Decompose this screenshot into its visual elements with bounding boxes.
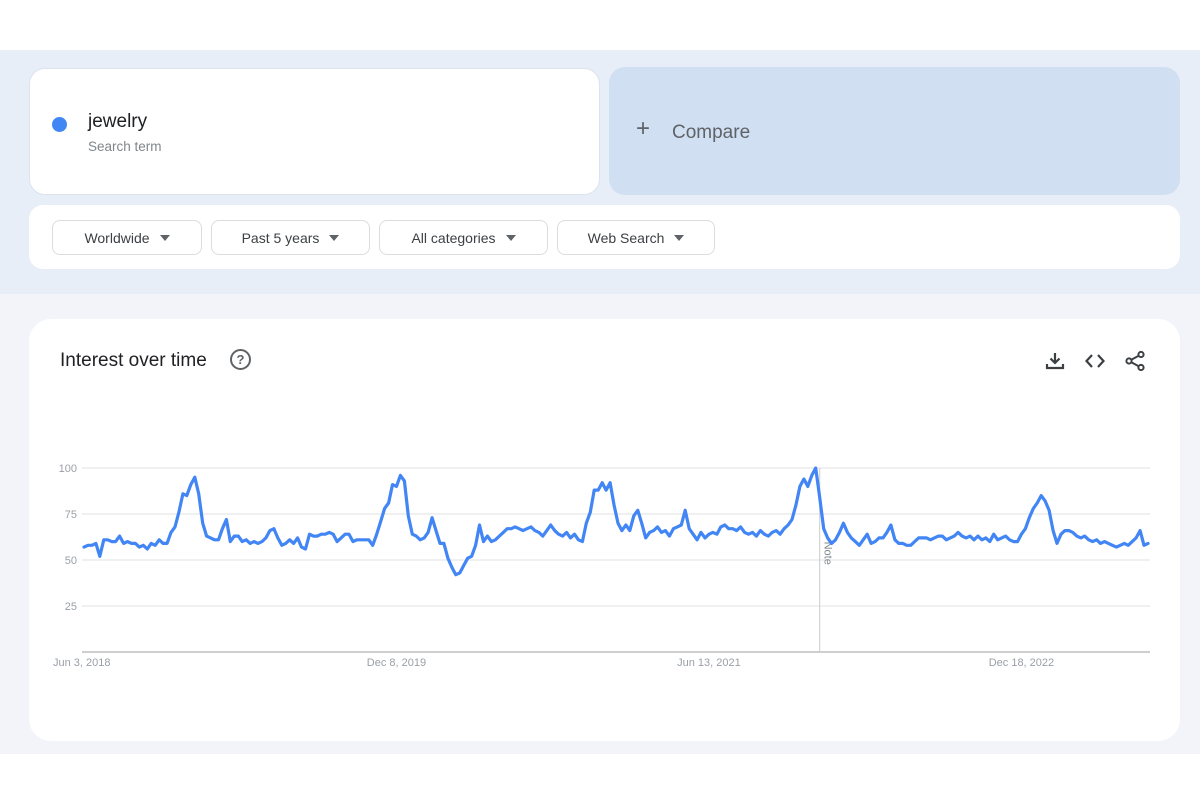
- y-tick-label: 25: [65, 601, 77, 613]
- y-tick-label: 50: [65, 555, 77, 567]
- y-tick-label: 75: [65, 509, 77, 521]
- x-tick-label: Jun 13, 2021: [677, 657, 741, 669]
- y-tick-label: 100: [59, 463, 77, 475]
- series-line-jewelry: [82, 466, 1150, 577]
- x-tick-label: Dec 8, 2019: [367, 657, 426, 669]
- x-tick-label: Dec 18, 2022: [989, 657, 1054, 669]
- annotation-note-label: Note: [822, 542, 834, 565]
- interest-line-chart: 25 50 75 100 Note Jun 3, 2018 Dec 8, 2019 Jun 1…: [53, 463, 1150, 669]
- x-tick-label: Jun 3, 2018: [53, 657, 111, 669]
